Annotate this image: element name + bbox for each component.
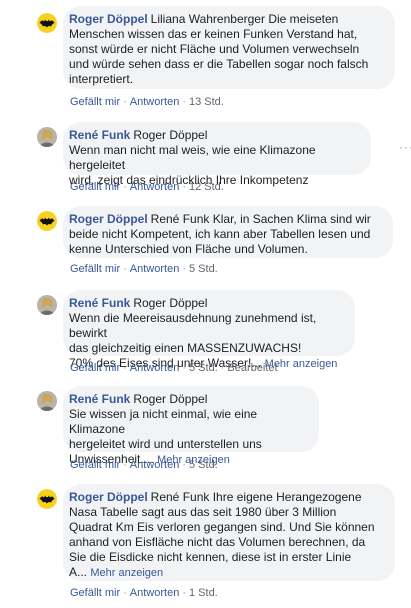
separator-dot: · — [123, 362, 127, 374]
comment-text-line: interpretiert. — [69, 72, 134, 86]
comment-mention[interactable]: Roger Döppel — [133, 128, 207, 142]
separator-dot: · — [182, 96, 186, 108]
profile-photo[interactable] — [37, 295, 57, 315]
profile-photo[interactable] — [37, 391, 57, 411]
separator-dot: · — [123, 587, 127, 599]
comment-author[interactable]: René Funk — [69, 392, 130, 406]
comment-actions: Gefällt mir · Antworten · 1 Std. — [70, 587, 218, 599]
comment-actions: Gefällt mir · Antworten · 5 Std. · Bearbeitet — [70, 362, 278, 374]
comment-text-line: A... — [69, 565, 88, 579]
separator-dot: · — [182, 263, 186, 275]
comment-text-line: Ihre eigene Herangezogene — [212, 490, 362, 504]
separator-dot: · — [182, 362, 186, 374]
comment-timestamp[interactable]: 13 Std. — [189, 96, 224, 108]
separator-dot: · — [123, 181, 127, 193]
like-link[interactable]: Gefällt mir — [70, 181, 120, 193]
comment-bubble: René Funk Roger Döppel Wenn man nicht mal… — [63, 122, 371, 187]
comment-actions: Gefällt mir · Antworten · 13 Std. — [70, 96, 224, 108]
comment-text-line: anhand von Eisfläche nicht das Volumen b… — [69, 535, 366, 549]
separator-dot: · — [123, 263, 127, 275]
comment-text-line: Wenn die Meereisausdehnung zunehmend ist… — [69, 311, 317, 340]
comment-text-line: Quadrat Km Eis verloren gegangen sind. U… — [69, 520, 375, 534]
separator-dot: · — [220, 362, 225, 374]
comment-timestamp[interactable]: 5 Std. — [189, 459, 218, 471]
comment-mention[interactable]: René Funk — [151, 212, 210, 226]
comment-author[interactable]: René Funk — [69, 128, 130, 142]
reply-link[interactable]: Antworten — [130, 263, 180, 275]
comment-text-line: hergeleitet wird und unterstellen uns — [69, 437, 262, 451]
comment-bubble: Roger Döppel René Funk Ihre eigene Herang… — [63, 484, 395, 581]
comment-text-line: Menschen wissen das er keinen Funken Ver… — [69, 27, 358, 41]
comment-timestamp[interactable]: 5 Std. — [189, 362, 218, 374]
comment-bubble: Roger Döppel René Funk Klar, in Sachen Kl… — [63, 206, 393, 258]
like-link[interactable]: Gefällt mir — [70, 362, 120, 374]
comment-mention[interactable]: René Funk — [151, 490, 210, 504]
comment-text-line: Die meiseten — [268, 12, 339, 26]
reply-link[interactable]: Antworten — [130, 459, 180, 471]
comment-text-line: das gleichzeitig einen MASSENZUWACHS! — [69, 341, 302, 355]
comment-author[interactable]: René Funk — [69, 296, 130, 310]
separator-dot: · — [182, 587, 186, 599]
comment-text-line: sonst würde er nicht Fläche und Volumen … — [69, 42, 360, 56]
comment-text-line: Sie die Eisdicke nicht kennen, diese ist… — [69, 550, 352, 564]
comment-bubble: Roger Döppel Liliana Wahrenberger Die mei… — [63, 6, 395, 89]
batman-icon[interactable] — [37, 211, 57, 231]
separator-dot: · — [123, 459, 127, 471]
comment-text-line: beide nicht Kompetent, ich kann aber Tab… — [69, 227, 371, 241]
batman-icon[interactable] — [37, 13, 57, 33]
like-link[interactable]: Gefällt mir — [70, 587, 120, 599]
comment-author[interactable]: Roger Döppel — [69, 490, 148, 504]
reply-link[interactable]: Antworten — [130, 181, 180, 193]
comment-timestamp[interactable]: 1 Std. — [189, 587, 218, 599]
separator-dot: · — [182, 181, 186, 193]
comment-mention[interactable]: Roger Döppel — [133, 392, 207, 406]
reply-link[interactable]: Antworten — [130, 362, 180, 374]
comment-actions: Gefällt mir · Antworten · 5 Std. — [70, 459, 218, 471]
comment-timestamp[interactable]: 12 Std. — [189, 181, 224, 193]
comment-mention[interactable]: Roger Döppel — [133, 296, 207, 310]
comment-actions: Gefällt mir · Antworten · 5 Std. — [70, 263, 218, 275]
show-more-link[interactable]: Mehr anzeigen — [90, 567, 163, 579]
edited-label[interactable]: Bearbeitet — [227, 362, 277, 374]
comment-text-line: Sie wissen ja nicht einmal, wie eine Kli… — [69, 407, 258, 436]
comment-text-line: und würde sehen dass er die Tabellen sog… — [69, 57, 369, 71]
comment-text-line: Nasa Tabelle sagt aus das seit 1980 über… — [69, 505, 337, 519]
separator-dot: · — [123, 96, 127, 108]
comment-actions: Gefällt mir · Antworten · 12 Std. — [70, 181, 224, 193]
comment-author[interactable]: Roger Döppel — [69, 212, 148, 226]
comment-text-line: Wenn man nicht mal weis, wie eine Klimaz… — [69, 143, 316, 172]
like-link[interactable]: Gefällt mir — [70, 96, 120, 108]
like-link[interactable]: Gefällt mir — [70, 263, 120, 275]
comment-author[interactable]: Roger Döppel — [69, 12, 148, 26]
separator-dot: · — [182, 459, 186, 471]
like-link[interactable]: Gefällt mir — [70, 459, 120, 471]
comment-text-line: Klar, in Sachen Klima sind wir — [212, 212, 371, 226]
reply-link[interactable]: Antworten — [130, 587, 180, 599]
comment-timestamp[interactable]: 5 Std. — [189, 263, 218, 275]
reply-link[interactable]: Antworten — [130, 96, 180, 108]
more-options-icon[interactable]: ··· — [399, 140, 411, 154]
comment-bubble: René Funk Roger Döppel Sie wissen ja nich… — [63, 386, 319, 466]
comment-mention[interactable]: Liliana Wahrenberger — [151, 12, 265, 26]
comment-bubble: René Funk Roger Döppel Wenn die Meereisau… — [63, 290, 355, 370]
profile-photo[interactable] — [37, 127, 57, 147]
comment-text-line: kenne Unterschied von Fläche und Volumen… — [69, 242, 308, 256]
batman-icon[interactable] — [37, 489, 57, 509]
